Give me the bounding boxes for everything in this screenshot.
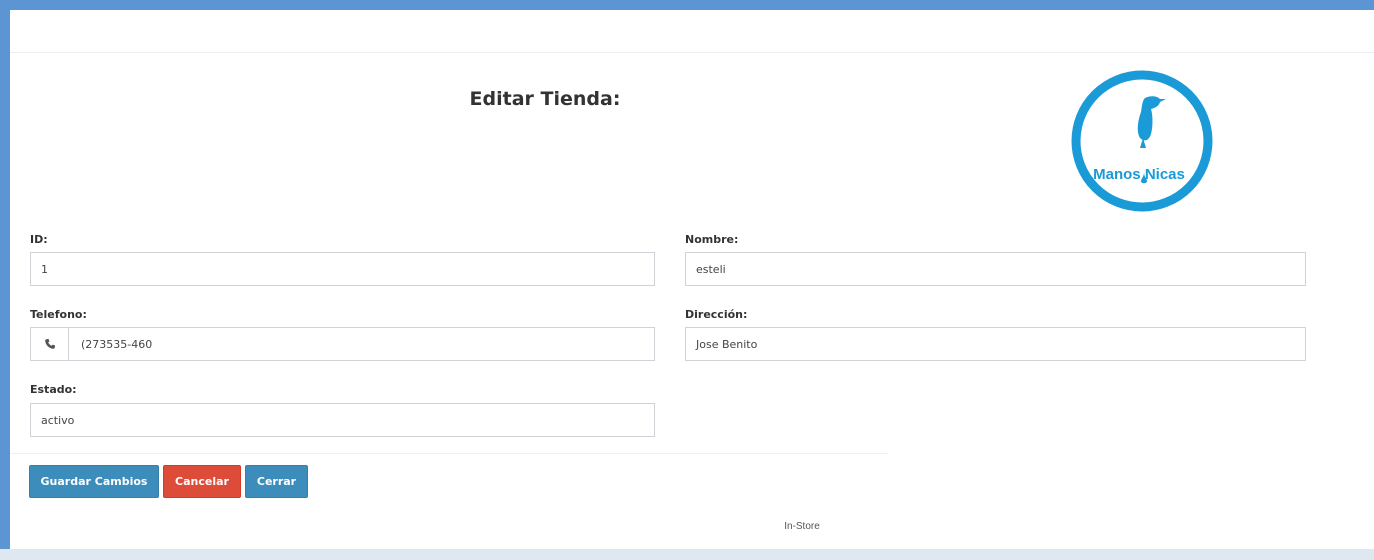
direccion-label: Dirección: (685, 308, 748, 321)
nombre-label: Nombre: (685, 233, 739, 246)
estado-value: activo (41, 413, 75, 427)
footer-text: In-Store (784, 521, 820, 532)
page-title: Editar Tienda: (469, 88, 621, 110)
nombre-value: esteli (696, 262, 726, 276)
header-divider (10, 52, 1374, 53)
estado-field[interactable]: activo (30, 403, 655, 437)
window-frame-left (0, 0, 10, 560)
id-value: 1 (41, 262, 48, 276)
telefono-value: (273535-460 (81, 337, 153, 351)
window-frame-bottom (0, 549, 1374, 560)
telefono-field[interactable]: (273535-460 (30, 327, 655, 361)
form-divider (10, 453, 888, 454)
phone-icon (31, 328, 69, 360)
svg-text:Manos Nicas: Manos Nicas (1093, 166, 1185, 183)
estado-label: Estado: (30, 383, 77, 396)
direccion-field[interactable]: Jose Benito (685, 327, 1306, 361)
telefono-label: Telefono: (30, 308, 87, 321)
window-frame-top (0, 0, 1374, 10)
id-label: ID: (30, 233, 48, 246)
close-button[interactable]: Cerrar (245, 465, 308, 498)
cancel-button[interactable]: Cancelar (163, 465, 241, 498)
nombre-field[interactable]: esteli (685, 252, 1306, 286)
direccion-value: Jose Benito (696, 337, 758, 351)
manos-nicas-logo: Manos Nicas (1067, 68, 1217, 214)
save-changes-button[interactable]: Guardar Cambios (29, 465, 159, 498)
id-field[interactable]: 1 (30, 252, 655, 286)
